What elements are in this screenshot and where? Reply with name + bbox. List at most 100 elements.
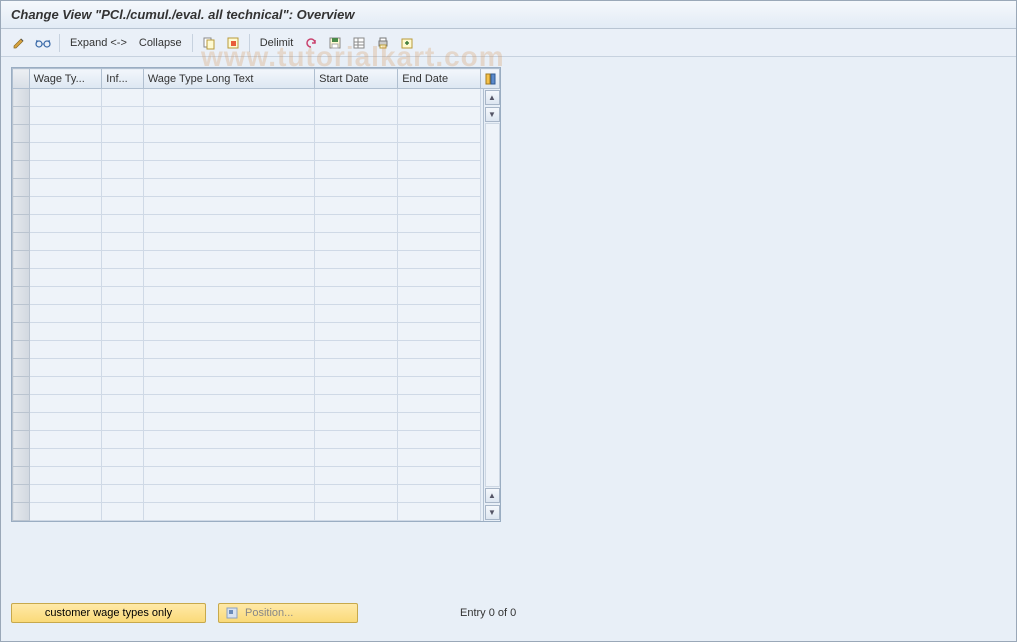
collapse-label[interactable]: Collapse xyxy=(135,37,186,49)
table-row[interactable] xyxy=(13,485,500,503)
table-row[interactable] xyxy=(13,125,500,143)
cell-long-text[interactable] xyxy=(143,431,314,449)
cell-long-text[interactable] xyxy=(143,323,314,341)
cell-inf[interactable] xyxy=(102,89,144,107)
row-selector[interactable] xyxy=(13,89,30,107)
cell-end-date[interactable] xyxy=(398,89,481,107)
cell-end-date[interactable] xyxy=(398,215,481,233)
table-row[interactable] xyxy=(13,161,500,179)
cell-start-date[interactable] xyxy=(315,269,398,287)
cell-wage-type[interactable] xyxy=(29,161,102,179)
row-selector[interactable] xyxy=(13,359,30,377)
cell-wage-type[interactable] xyxy=(29,341,102,359)
col-header-wage-type[interactable]: Wage Ty... xyxy=(29,69,102,89)
cell-start-date[interactable] xyxy=(315,377,398,395)
cell-long-text[interactable] xyxy=(143,179,314,197)
change-icon[interactable] xyxy=(9,33,29,53)
cell-inf[interactable] xyxy=(102,485,144,503)
row-selector[interactable] xyxy=(13,467,30,485)
table-row[interactable] xyxy=(13,143,500,161)
scroll-up-button-2[interactable]: ▲ xyxy=(485,488,500,503)
cell-long-text[interactable] xyxy=(143,485,314,503)
row-selector[interactable] xyxy=(13,125,30,143)
cell-start-date[interactable] xyxy=(315,215,398,233)
cell-wage-type[interactable] xyxy=(29,89,102,107)
row-selector[interactable] xyxy=(13,107,30,125)
cell-wage-type[interactable] xyxy=(29,377,102,395)
cell-start-date[interactable] xyxy=(315,503,398,521)
cell-wage-type[interactable] xyxy=(29,215,102,233)
cell-inf[interactable] xyxy=(102,413,144,431)
cell-long-text[interactable] xyxy=(143,413,314,431)
cell-inf[interactable] xyxy=(102,377,144,395)
cell-wage-type[interactable] xyxy=(29,305,102,323)
col-header-end-date[interactable]: End Date xyxy=(398,69,481,89)
cell-inf[interactable] xyxy=(102,269,144,287)
table-row[interactable] xyxy=(13,467,500,485)
cell-end-date[interactable] xyxy=(398,413,481,431)
cell-end-date[interactable] xyxy=(398,359,481,377)
export-icon[interactable] xyxy=(397,33,417,53)
cell-long-text[interactable] xyxy=(143,305,314,323)
customer-wage-types-button[interactable]: customer wage types only xyxy=(11,603,206,623)
cell-end-date[interactable] xyxy=(398,449,481,467)
row-selector[interactable] xyxy=(13,179,30,197)
cell-long-text[interactable] xyxy=(143,215,314,233)
row-selector[interactable] xyxy=(13,233,30,251)
table-row[interactable] xyxy=(13,359,500,377)
select-all-icon[interactable] xyxy=(223,33,243,53)
table-settings-icon[interactable] xyxy=(349,33,369,53)
expand-label[interactable]: Expand <-> xyxy=(66,37,131,49)
row-selector[interactable] xyxy=(13,413,30,431)
cell-start-date[interactable] xyxy=(315,431,398,449)
table-row[interactable] xyxy=(13,233,500,251)
cell-inf[interactable] xyxy=(102,143,144,161)
table-row[interactable] xyxy=(13,503,500,521)
cell-inf[interactable] xyxy=(102,197,144,215)
cell-start-date[interactable] xyxy=(315,287,398,305)
row-selector[interactable] xyxy=(13,395,30,413)
cell-inf[interactable] xyxy=(102,233,144,251)
cell-start-date[interactable] xyxy=(315,179,398,197)
cell-start-date[interactable] xyxy=(315,125,398,143)
cell-start-date[interactable] xyxy=(315,485,398,503)
table-row[interactable] xyxy=(13,341,500,359)
cell-inf[interactable] xyxy=(102,395,144,413)
cell-wage-type[interactable] xyxy=(29,269,102,287)
vertical-scrollbar[interactable]: ▲ ▼ ▲ ▼ xyxy=(483,89,500,521)
cell-inf[interactable] xyxy=(102,431,144,449)
cell-start-date[interactable] xyxy=(315,341,398,359)
cell-end-date[interactable] xyxy=(398,107,481,125)
cell-long-text[interactable] xyxy=(143,395,314,413)
row-selector[interactable] xyxy=(13,305,30,323)
cell-start-date[interactable] xyxy=(315,413,398,431)
copy-icon[interactable] xyxy=(199,33,219,53)
cell-inf[interactable] xyxy=(102,179,144,197)
table-row[interactable] xyxy=(13,107,500,125)
table-row[interactable] xyxy=(13,287,500,305)
row-selector[interactable] xyxy=(13,485,30,503)
row-selector[interactable] xyxy=(13,161,30,179)
cell-wage-type[interactable] xyxy=(29,467,102,485)
table-row[interactable] xyxy=(13,89,500,107)
cell-end-date[interactable] xyxy=(398,197,481,215)
cell-wage-type[interactable] xyxy=(29,107,102,125)
col-header-inf[interactable]: Inf... xyxy=(102,69,144,89)
table-row[interactable] xyxy=(13,431,500,449)
cell-inf[interactable] xyxy=(102,125,144,143)
row-selector[interactable] xyxy=(13,269,30,287)
cell-end-date[interactable] xyxy=(398,377,481,395)
column-config-button[interactable] xyxy=(481,69,500,89)
cell-start-date[interactable] xyxy=(315,197,398,215)
cell-wage-type[interactable] xyxy=(29,431,102,449)
cell-end-date[interactable] xyxy=(398,179,481,197)
cell-end-date[interactable] xyxy=(398,503,481,521)
cell-wage-type[interactable] xyxy=(29,485,102,503)
cell-end-date[interactable] xyxy=(398,467,481,485)
print-icon[interactable] xyxy=(373,33,393,53)
cell-inf[interactable] xyxy=(102,359,144,377)
cell-inf[interactable] xyxy=(102,503,144,521)
table-row[interactable] xyxy=(13,395,500,413)
table-row[interactable] xyxy=(13,413,500,431)
cell-long-text[interactable] xyxy=(143,125,314,143)
